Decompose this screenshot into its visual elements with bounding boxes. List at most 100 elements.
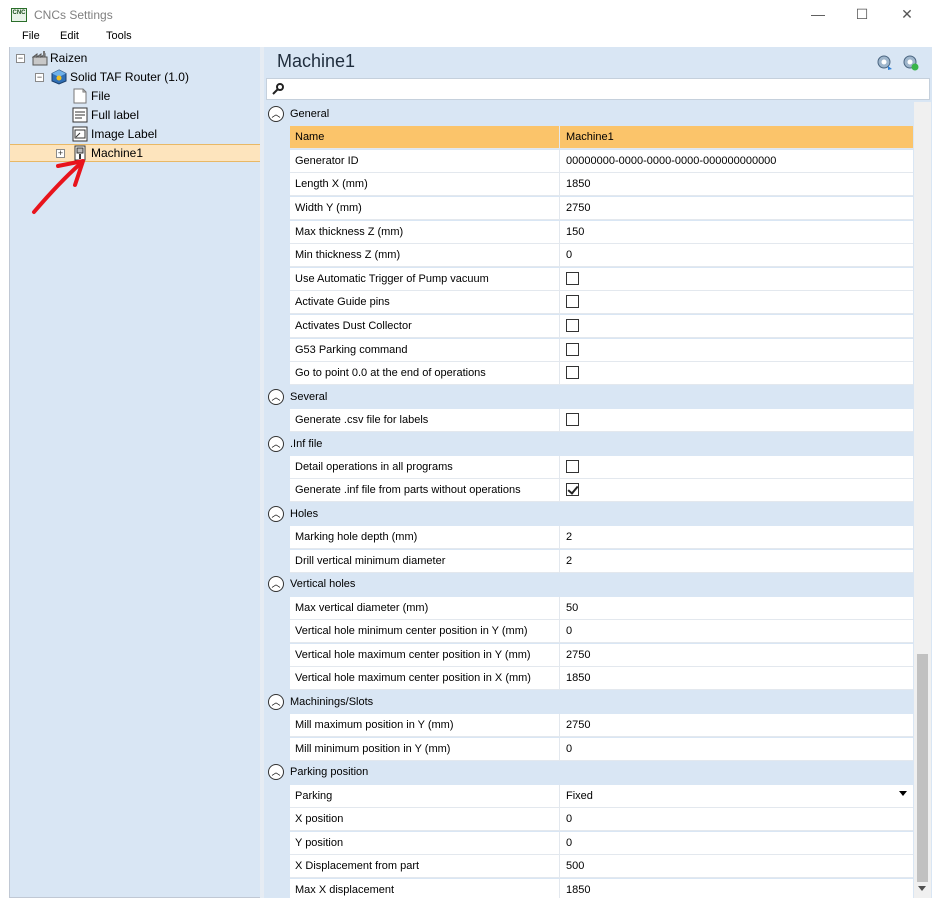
property-checkbox[interactable] <box>566 343 579 356</box>
property-row[interactable]: Width Y (mm) 2750 <box>290 197 913 220</box>
collapse-category-icon[interactable]: ︿ <box>268 576 284 593</box>
property-row[interactable]: Generator ID 00000000-0000-0000-0000-0000… <box>290 150 913 173</box>
column-divider[interactable] <box>559 667 560 690</box>
menu-tools[interactable]: Tools <box>106 30 132 42</box>
property-value[interactable]: 0 <box>566 625 572 637</box>
column-divider[interactable] <box>559 479 560 502</box>
collapse-category-icon[interactable]: ︿ <box>268 506 284 522</box>
collapse-category-icon[interactable]: ︿ <box>268 106 284 122</box>
column-divider[interactable] <box>559 339 560 362</box>
property-value[interactable]: Machine1 <box>566 131 614 143</box>
column-divider[interactable] <box>559 808 560 831</box>
property-row[interactable]: Generate .csv file for labels <box>290 409 913 432</box>
property-checkbox[interactable] <box>566 295 579 308</box>
column-divider[interactable] <box>559 315 560 338</box>
tree-item-raizen[interactable]: Raizen <box>50 49 87 67</box>
property-value[interactable]: 1850 <box>566 178 590 190</box>
column-divider[interactable] <box>559 785 560 808</box>
column-divider[interactable] <box>559 644 560 667</box>
column-divider[interactable] <box>559 291 560 314</box>
property-checkbox[interactable] <box>566 319 579 332</box>
property-checkbox[interactable] <box>566 272 579 285</box>
property-row[interactable]: Name Machine1 <box>290 126 913 149</box>
property-value[interactable]: 2750 <box>566 202 590 214</box>
property-row[interactable]: Detail operations in all programs <box>290 456 913 479</box>
property-checkbox[interactable] <box>566 366 579 379</box>
maximize-button[interactable]: ☐ <box>848 5 876 23</box>
settings-apply-icon[interactable] <box>903 55 919 71</box>
property-value[interactable]: 2 <box>566 531 572 543</box>
column-divider[interactable] <box>559 268 560 291</box>
property-row[interactable]: Vertical hole maximum center position in… <box>290 644 913 667</box>
property-value[interactable]: 0 <box>566 249 572 261</box>
dropdown-arrow-icon[interactable] <box>899 791 907 796</box>
property-value[interactable]: 1850 <box>566 884 590 896</box>
property-row[interactable]: Max X displacement 1850 <box>290 879 913 898</box>
column-divider[interactable] <box>559 526 560 549</box>
collapse-category-icon[interactable]: ︿ <box>268 764 284 781</box>
collapse-router-toggle[interactable]: − <box>35 73 44 82</box>
property-row[interactable]: Parking Fixed <box>290 785 913 808</box>
property-value[interactable]: 2750 <box>566 649 590 661</box>
column-divider[interactable] <box>559 714 560 737</box>
property-row[interactable]: Generate .inf file from parts without op… <box>290 479 913 502</box>
column-divider[interactable] <box>559 197 560 220</box>
property-row[interactable]: Min thickness Z (mm) 0 <box>290 244 913 267</box>
property-search-bar[interactable] <box>266 78 930 100</box>
property-row[interactable]: X position 0 <box>290 808 913 831</box>
settings-sync-icon[interactable] <box>877 55 892 70</box>
property-row[interactable]: Go to point 0.0 at the end of operations <box>290 362 913 385</box>
menu-file[interactable]: File <box>22 30 40 42</box>
property-row[interactable]: Mill minimum position in Y (mm) 0 <box>290 738 913 761</box>
collapse-category-icon[interactable]: ︿ <box>268 694 284 710</box>
property-row[interactable]: X Displacement from part 500 <box>290 855 913 878</box>
property-value[interactable]: 00000000-0000-0000-0000-000000000000 <box>566 155 776 167</box>
property-value[interactable]: 2 <box>566 555 572 567</box>
collapse-raizen-toggle[interactable]: − <box>16 54 25 63</box>
property-row[interactable]: Activates Dust Collector <box>290 315 913 338</box>
column-divider[interactable] <box>559 879 560 898</box>
property-row[interactable]: Vertical hole maximum center position in… <box>290 667 913 690</box>
column-divider[interactable] <box>559 126 560 149</box>
column-divider[interactable] <box>559 456 560 479</box>
collapse-category-icon[interactable]: ︿ <box>268 435 284 452</box>
property-value[interactable]: 0 <box>566 837 572 849</box>
column-divider[interactable] <box>559 832 560 855</box>
property-row[interactable]: Length X (mm) 1850 <box>290 173 913 196</box>
property-value[interactable]: 0 <box>566 813 572 825</box>
tree-item-file[interactable]: File <box>91 87 110 105</box>
property-value[interactable]: Fixed <box>566 790 593 802</box>
tree-item-solid-taf-router[interactable]: Solid TAF Router (1.0) <box>70 68 189 86</box>
column-divider[interactable] <box>559 221 560 244</box>
column-divider[interactable] <box>559 409 560 432</box>
property-row[interactable]: Mill maximum position in Y (mm) 2750 <box>290 714 913 737</box>
property-row[interactable]: Vertical hole minimum center position in… <box>290 620 913 643</box>
property-row[interactable]: Use Automatic Trigger of Pump vacuum <box>290 268 913 291</box>
property-row[interactable]: Marking hole depth (mm) 2 <box>290 526 913 549</box>
property-checkbox[interactable] <box>566 483 579 496</box>
column-divider[interactable] <box>559 150 560 173</box>
minimize-button[interactable]: — <box>804 5 832 23</box>
property-row[interactable]: Max vertical diameter (mm) 50 <box>290 597 913 620</box>
property-row[interactable]: Y position 0 <box>290 832 913 855</box>
property-value[interactable]: 2750 <box>566 719 590 731</box>
property-value[interactable]: 50 <box>566 602 578 614</box>
property-value[interactable]: 1850 <box>566 672 590 684</box>
close-button[interactable]: ✕ <box>893 5 921 23</box>
property-row[interactable]: Drill vertical minimum diameter 2 <box>290 550 913 573</box>
column-divider[interactable] <box>559 362 560 385</box>
property-checkbox[interactable] <box>566 460 579 473</box>
property-row[interactable]: Activate Guide pins <box>290 291 913 314</box>
property-value[interactable]: 500 <box>566 860 584 872</box>
scrollbar-thumb[interactable] <box>917 654 928 882</box>
column-divider[interactable] <box>559 597 560 620</box>
property-value[interactable]: 0 <box>566 743 572 755</box>
tree-item-full-label[interactable]: Full label <box>91 106 139 124</box>
scroll-down-arrow-icon[interactable] <box>918 886 926 891</box>
column-divider[interactable] <box>559 855 560 878</box>
column-divider[interactable] <box>559 244 560 267</box>
collapse-category-icon[interactable]: ︿ <box>268 388 284 405</box>
tree-item-image-label[interactable]: Image Label <box>91 125 157 143</box>
property-row[interactable]: G53 Parking command <box>290 339 913 362</box>
column-divider[interactable] <box>559 620 560 643</box>
